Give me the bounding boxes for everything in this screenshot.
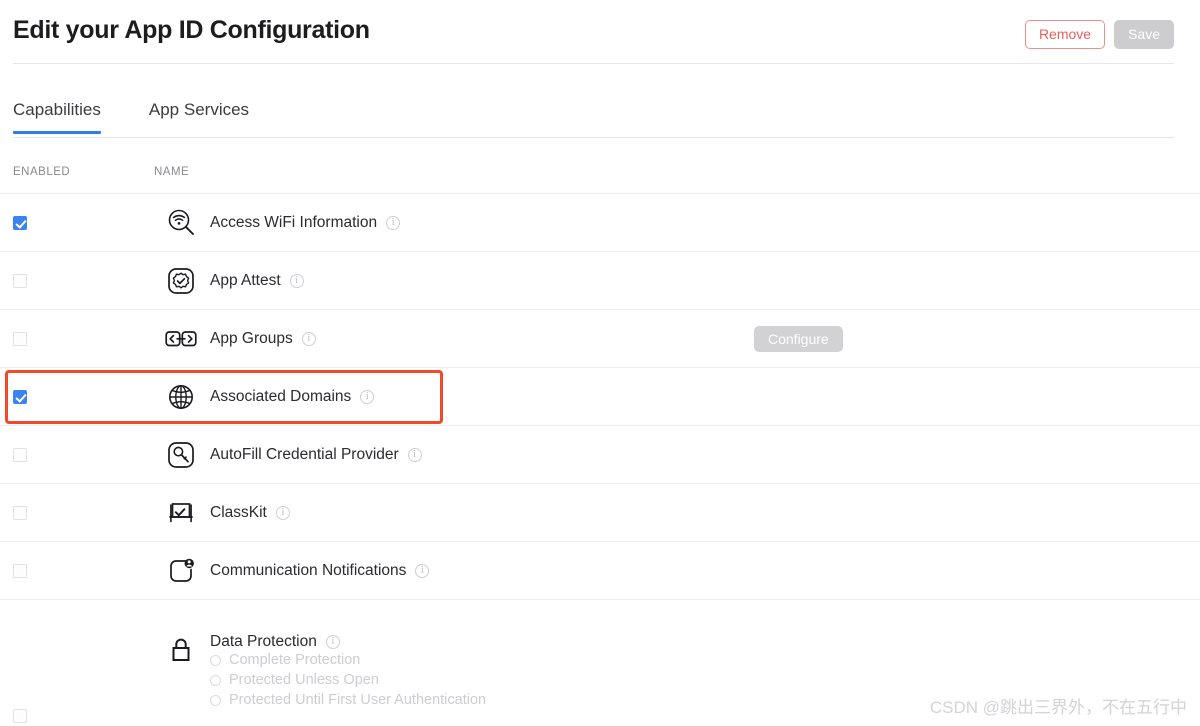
capability-label: AutoFill Credential Provider: [210, 445, 399, 463]
radio-option-label: Protected Unless Open: [229, 672, 379, 688]
column-header-name: NAME: [154, 166, 190, 178]
capability-label: App Groups: [210, 329, 293, 347]
radio-icon[interactable]: [210, 674, 221, 686]
enabled-checkbox[interactable]: [13, 563, 27, 578]
row-name-cell: Access WiFi Information i: [210, 213, 401, 232]
header-actions: Remove Save: [1024, 20, 1174, 49]
configure-button[interactable]: Configure: [754, 325, 843, 352]
table-row[interactable]: ClassKit i: [0, 483, 1200, 541]
capability-label: App Attest: [210, 271, 281, 289]
row-enabled-cell: [13, 563, 27, 578]
notification-person-icon: [164, 554, 198, 588]
radio-option-complete-protection[interactable]: Complete Protection: [210, 650, 486, 670]
enabled-checkbox[interactable]: [13, 389, 27, 404]
capability-label: Associated Domains: [210, 387, 352, 405]
enabled-checkbox[interactable]: [13, 709, 27, 723]
tab-bar-divider: [13, 137, 1174, 138]
row-name-cell: Data Protection i: [210, 633, 340, 651]
radio-option-protected-unless-open[interactable]: Protected Unless Open: [210, 670, 486, 690]
key-icon: [164, 438, 198, 472]
table-row[interactable]: App Groups i Configure: [0, 309, 1200, 367]
row-name-cell: Communication Notifications i: [210, 561, 430, 580]
row-name-cell: ClassKit i: [210, 504, 290, 522]
capability-label: Communication Notifications: [210, 561, 407, 579]
table-row[interactable]: Associated Domains i: [0, 367, 1200, 425]
radio-icon[interactable]: [210, 694, 221, 706]
info-icon[interactable]: i: [386, 215, 401, 230]
row-enabled-cell: [13, 273, 27, 288]
info-icon[interactable]: i: [407, 447, 422, 462]
header-divider: [13, 63, 1174, 64]
page-header: Edit your App ID Configuration Remove Sa…: [0, 0, 1200, 63]
app-id-configuration-page: Edit your App ID Configuration Remove Sa…: [0, 0, 1200, 726]
capability-label: Access WiFi Information: [210, 213, 378, 231]
globe-icon: [164, 380, 198, 414]
page-title: Edit your App ID Configuration: [13, 16, 370, 44]
tab-app-services[interactable]: App Services: [149, 100, 249, 134]
enabled-checkbox[interactable]: [13, 505, 27, 520]
table-row[interactable]: Communication Notifications i: [0, 541, 1200, 599]
enabled-checkbox[interactable]: [13, 331, 27, 346]
tab-bar: Capabilities App Services: [13, 100, 249, 134]
capability-label: Data Protection: [210, 633, 317, 650]
info-icon[interactable]: i: [301, 331, 316, 346]
data-protection-options: Complete Protection Protected Unless Ope…: [210, 650, 486, 710]
enabled-checkbox[interactable]: [13, 215, 27, 230]
table-row[interactable]: Access WiFi Information i: [0, 193, 1200, 251]
radio-option-label: Protected Until First User Authenticatio…: [229, 692, 487, 708]
enabled-checkbox[interactable]: [13, 273, 27, 288]
watermark: CSDN @跳出三界外，不在五行中: [929, 698, 1187, 717]
row-enabled-cell: [13, 215, 27, 230]
chalkboard-check-icon: [164, 496, 198, 530]
row-enabled-cell: [13, 447, 27, 462]
table-row[interactable]: AutoFill Credential Provider i: [0, 425, 1200, 483]
info-icon[interactable]: i: [360, 389, 375, 404]
row-enabled-cell: [13, 709, 27, 723]
row-name-cell: App Groups i: [210, 330, 316, 348]
capabilities-table: ENABLED NAME Access WiFi Information i A…: [0, 155, 1200, 723]
row-name-cell: Associated Domains i: [210, 387, 375, 406]
row-name-cell: App Attest i: [210, 272, 304, 290]
row-enabled-cell: [13, 389, 27, 404]
table-header-row: ENABLED NAME: [0, 155, 1200, 193]
capability-label: ClassKit: [210, 503, 267, 521]
tab-capabilities[interactable]: Capabilities: [13, 100, 101, 134]
column-header-enabled: ENABLED: [13, 166, 71, 178]
wifi-magnifier-icon: [164, 206, 198, 240]
info-icon[interactable]: i: [289, 273, 304, 288]
radio-option-protected-until-first-user-authentication[interactable]: Protected Until First User Authenticatio…: [210, 690, 486, 710]
row-action-cell: Configure: [754, 325, 843, 352]
save-button[interactable]: Save: [1114, 20, 1174, 49]
radio-icon[interactable]: [210, 654, 221, 666]
row-enabled-cell: [13, 331, 27, 346]
app-groups-arrows-icon: [164, 322, 198, 356]
row-name-cell: AutoFill Credential Provider i: [210, 446, 422, 464]
table-row[interactable]: App Attest i: [0, 251, 1200, 309]
lock-icon: [164, 633, 198, 667]
info-icon[interactable]: i: [415, 563, 430, 578]
enabled-checkbox[interactable]: [13, 447, 27, 462]
remove-button[interactable]: Remove: [1024, 20, 1106, 49]
info-icon[interactable]: i: [325, 635, 340, 649]
row-enabled-cell: [13, 505, 27, 520]
info-icon[interactable]: i: [275, 505, 290, 520]
attest-badge-check-icon: [164, 264, 198, 298]
radio-option-label: Complete Protection: [229, 652, 361, 668]
